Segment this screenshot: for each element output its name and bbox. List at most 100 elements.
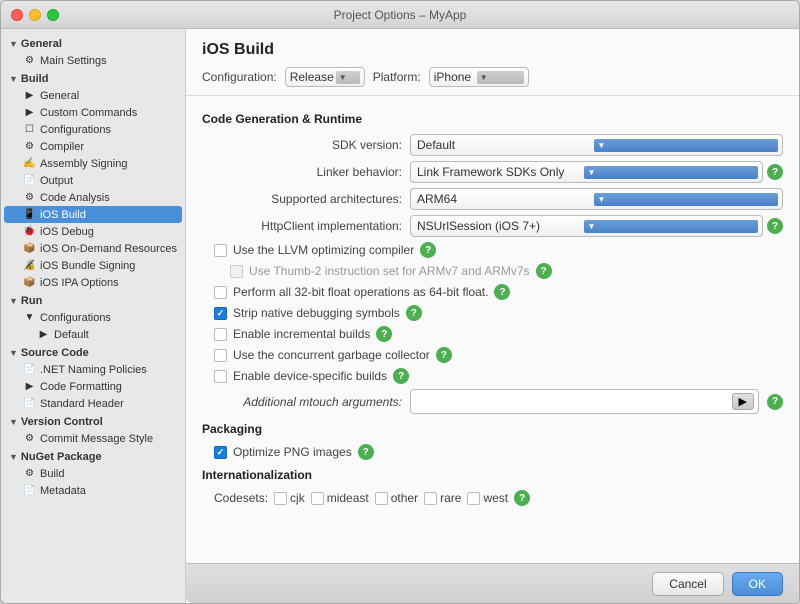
thumb2-help-icon[interactable]: ?	[536, 263, 552, 279]
cancel-button[interactable]: Cancel	[652, 572, 723, 596]
sidebar-item-compiler[interactable]: ⚙ Compiler	[1, 138, 185, 155]
gear-icon: ⚙	[23, 191, 36, 204]
west-checkbox[interactable]	[467, 492, 480, 505]
dropdown-arrow-icon: ▼	[594, 193, 779, 206]
strip-native-help-icon[interactable]: ?	[406, 305, 422, 321]
httpclient-dropdown[interactable]: NSUrlSession (iOS 7+) ▼	[410, 215, 763, 237]
sidebar-item-ios-bundle[interactable]: 🔏 iOS Bundle Signing	[1, 257, 185, 274]
httpclient-label: HttpClient implementation:	[202, 219, 402, 233]
sidebar-item-label: Code Analysis	[40, 192, 110, 204]
traffic-lights	[11, 9, 59, 21]
sidebar-item-run-default[interactable]: ▶ Default	[1, 326, 185, 343]
sidebar-item-net-naming[interactable]: 📄 .NET Naming Policies	[1, 361, 185, 378]
sidebar-item-run-configurations[interactable]: ▼ Configurations	[1, 309, 185, 326]
sidebar-item-ios-on-demand[interactable]: 📦 iOS On-Demand Resources	[1, 240, 185, 257]
minimize-button[interactable]	[29, 9, 41, 21]
float32-help-icon[interactable]: ?	[494, 284, 510, 300]
sidebar-item-ios-ipa[interactable]: 📦 iOS IPA Options	[1, 274, 185, 291]
device-specific-help-icon[interactable]: ?	[393, 368, 409, 384]
strip-native-checkbox[interactable]	[214, 307, 227, 320]
sidebar-group-version-control[interactable]: ▼ Version Control	[1, 412, 185, 430]
device-specific-checkbox[interactable]	[214, 370, 227, 383]
footer: Cancel OK	[186, 563, 799, 603]
llvm-checkbox[interactable]	[214, 244, 227, 257]
optimize-png-checkbox[interactable]	[214, 446, 227, 459]
sdk-control: Default ▼	[410, 134, 783, 156]
sidebar-group-source-code[interactable]: ▼ Source Code	[1, 343, 185, 361]
ok-button[interactable]: OK	[732, 572, 783, 596]
sidebar-item-commit-msg[interactable]: ⚙ Commit Message Style	[1, 430, 185, 447]
concurrent-gc-help-icon[interactable]: ?	[436, 347, 452, 363]
arrow-right-icon: ▶	[23, 380, 36, 393]
arrow-icon: ▼	[9, 417, 18, 427]
float32-checkbox[interactable]	[214, 286, 227, 299]
thumb2-checkbox[interactable]	[230, 265, 243, 278]
sidebar-item-standard-header[interactable]: 📄 Standard Header	[1, 395, 185, 412]
sidebar-item-code-analysis[interactable]: ⚙ Code Analysis	[1, 189, 185, 206]
arrow-right-icon: ▶	[37, 328, 50, 341]
sidebar-item-custom-commands[interactable]: ▶ Custom Commands	[1, 104, 185, 121]
maximize-button[interactable]	[47, 9, 59, 21]
other-checkbox[interactable]	[375, 492, 388, 505]
cjk-checkbox[interactable]	[274, 492, 287, 505]
sidebar-group-run[interactable]: ▼ Run	[1, 291, 185, 309]
sidebar-item-label: Compiler	[40, 141, 84, 153]
other-label: other	[391, 491, 418, 505]
sidebar-item-nuget-build[interactable]: ⚙ Build	[1, 465, 185, 482]
llvm-help-icon[interactable]: ?	[420, 242, 436, 258]
sidebar-item-metadata[interactable]: 📄 Metadata	[1, 482, 185, 499]
sidebar-group-general-label: General	[21, 38, 62, 50]
sidebar-item-code-formatting[interactable]: ▶ Code Formatting	[1, 378, 185, 395]
optimize-png-label: Optimize PNG images	[233, 445, 352, 459]
sidebar-group-nuget[interactable]: ▼ NuGet Package	[1, 447, 185, 465]
sdk-dropdown[interactable]: Default ▼	[410, 134, 783, 156]
arrow-down-icon: ▼	[23, 311, 36, 324]
sidebar-item-ios-debug[interactable]: 🐞 iOS Debug	[1, 223, 185, 240]
sidebar-item-ios-build[interactable]: 📱 iOS Build	[4, 206, 182, 223]
sidebar-item-build-general[interactable]: ▶ General	[1, 87, 185, 104]
close-button[interactable]	[11, 9, 23, 21]
window-title: Project Options – MyApp	[334, 8, 467, 22]
rare-checkbox[interactable]	[424, 492, 437, 505]
arrow-icon: ▼	[9, 348, 18, 358]
platform-dropdown[interactable]: iPhone ▼	[429, 67, 529, 87]
doc-icon: 📄	[23, 484, 36, 497]
sidebar-item-label: iOS Debug	[40, 226, 94, 238]
sidebar-item-label: iOS On-Demand Resources	[40, 243, 177, 255]
sidebar-item-label: iOS Build	[40, 209, 86, 221]
incremental-help-icon[interactable]: ?	[376, 326, 392, 342]
titlebar: Project Options – MyApp	[1, 1, 799, 29]
mtouch-help-icon[interactable]: ?	[767, 394, 783, 410]
sidebar-item-output[interactable]: 📄 Output	[1, 172, 185, 189]
linker-help-icon[interactable]: ?	[767, 164, 783, 180]
arrow-right-icon: ▶	[23, 106, 36, 119]
arrow-right-icon: ▶	[23, 89, 36, 102]
mtouch-run-button[interactable]: ▶	[732, 393, 754, 410]
codesets-label: Codesets:	[214, 491, 268, 505]
mideast-checkbox[interactable]	[311, 492, 324, 505]
sidebar-item-main-settings[interactable]: ⚙ Main Settings	[1, 52, 185, 69]
linker-row: Linker behavior: Link Framework SDKs Onl…	[202, 161, 783, 183]
concurrent-gc-checkbox[interactable]	[214, 349, 227, 362]
main-content: ▼ General ⚙ Main Settings ▼ Build ▶ Gene…	[1, 29, 799, 603]
linker-dropdown[interactable]: Link Framework SDKs Only ▼	[410, 161, 763, 183]
sidebar-item-configurations[interactable]: ☐ Configurations	[1, 121, 185, 138]
platform-label: Platform:	[373, 70, 421, 84]
sidebar-group-general[interactable]: ▼ General	[1, 34, 185, 52]
arch-value: ARM64	[415, 192, 594, 206]
sidebar-item-assembly-signing[interactable]: ✍ Assembly Signing	[1, 155, 185, 172]
optimize-png-help-icon[interactable]: ?	[358, 444, 374, 460]
sidebar-item-label: General	[40, 90, 79, 102]
sidebar-group-source-code-label: Source Code	[21, 347, 89, 359]
config-dropdown[interactable]: Release ▼	[285, 67, 365, 87]
platform-value: iPhone	[434, 70, 475, 84]
httpclient-help-icon[interactable]: ?	[767, 218, 783, 234]
thumb2-label: Use Thumb-2 instruction set for ARMv7 an…	[249, 264, 530, 278]
checkbox-optimize-png-row: Optimize PNG images ?	[202, 444, 783, 460]
panel-title: iOS Build	[202, 41, 783, 59]
sidebar-group-build[interactable]: ▼ Build	[1, 69, 185, 87]
codesets-help-icon[interactable]: ?	[514, 490, 530, 506]
arch-dropdown[interactable]: ARM64 ▼	[410, 188, 783, 210]
incremental-checkbox[interactable]	[214, 328, 227, 341]
httpclient-control: NSUrlSession (iOS 7+) ▼ ?	[410, 215, 783, 237]
